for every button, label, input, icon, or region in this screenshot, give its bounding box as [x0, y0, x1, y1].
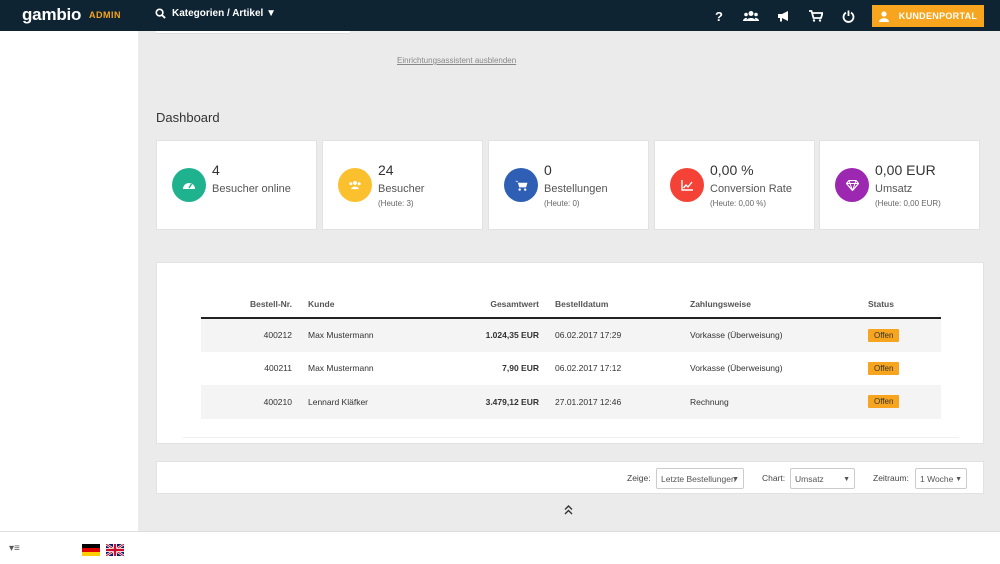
cart-icon[interactable]: [808, 8, 824, 24]
double-chevron-up-icon[interactable]: [564, 505, 573, 518]
stat-value: 4: [212, 162, 220, 178]
german-flag-icon[interactable]: [82, 543, 100, 556]
stat-card-visitors-online[interactable]: 4 Besucher online: [156, 140, 317, 230]
zeige-label: Zeige:: [627, 473, 651, 483]
power-icon[interactable]: [840, 8, 856, 24]
payment-method: Vorkasse (Überweisung): [682, 318, 860, 352]
table-row[interactable]: 400212 Max Mustermann 1.024,35 EUR 06.02…: [201, 318, 941, 352]
bottom-bar: ▾≡: [0, 531, 1000, 564]
chart-filter-bar: Zeige: Letzte Bestellungen ▼ Chart: Umsa…: [156, 461, 984, 494]
status-badge: Offen: [868, 395, 900, 409]
column-header-customer[interactable]: Kunde: [300, 290, 450, 319]
status-badge: Offen: [868, 361, 900, 375]
column-header-order-number[interactable]: Bestell-Nr.: [201, 290, 300, 319]
status-cell: Offen: [860, 385, 941, 419]
chart-icon: [670, 168, 704, 202]
help-icon[interactable]: ?: [711, 8, 727, 24]
page-title: Dashboard: [156, 110, 220, 125]
order-date: 27.01.2017 12:46: [547, 385, 682, 419]
payment-method: Rechnung: [682, 385, 860, 419]
hide-assistant-link[interactable]: Einrichtungsassistent ausblenden: [397, 56, 516, 65]
chevron-down-icon: ▼: [732, 476, 739, 483]
main-content: Einrichtungsassistent ausblenden Dashboa…: [138, 31, 1000, 531]
column-header-payment[interactable]: Zahlungsweise: [682, 290, 860, 319]
order-date: 06.02.2017 17:12: [555, 363, 622, 374]
order-total: 3.479,12 EUR: [450, 385, 547, 419]
setup-assistant-panel: [156, 31, 350, 34]
customer-name: Max Mustermann: [300, 318, 450, 352]
chevron-down-icon: ▼: [843, 476, 850, 483]
admin-label: ADMIN: [89, 10, 121, 20]
payment-method: Vorkasse (Überweisung): [690, 363, 783, 374]
kundenportal-label: KUNDENPORTAL: [898, 11, 978, 21]
status-badge: Offen: [868, 328, 900, 342]
stat-label: Bestellungen: [544, 183, 608, 195]
stat-value: 0,00 %: [710, 162, 754, 178]
zeitraum-value: 1 Woche: [920, 473, 954, 484]
customer-name: Lennard Kläfker: [300, 385, 450, 419]
order-total: 1.024,35 EUR: [450, 318, 547, 352]
order-date: 06.02.2017 17:29: [547, 318, 682, 352]
stat-card-revenue[interactable]: 0,00 EUR Umsatz (Heute: 0,00 EUR): [819, 140, 980, 230]
order-number: 400212: [201, 318, 300, 352]
zeitraum-label: Zeitraum:: [873, 473, 909, 483]
chart-label: Chart:: [762, 473, 786, 483]
chevron-down-icon: ▼: [955, 476, 962, 483]
stat-sub: (Heute: 0,00 %): [710, 199, 767, 208]
stat-label: Besucher online: [212, 183, 291, 195]
column-header-order-date[interactable]: Bestelldatum: [547, 290, 682, 319]
menu-toggle-icon[interactable]: ▾≡: [9, 543, 20, 554]
stat-sub: (Heute: 0,00 EUR): [875, 199, 941, 208]
order-number: 400211: [264, 363, 292, 374]
recent-orders-card: Bestell-Nr. Kunde Gesamtwert Bestelldatu…: [156, 262, 984, 444]
customer-name: Max Mustermann: [308, 363, 374, 374]
stat-label: Besucher: [378, 183, 425, 195]
stat-label: Umsatz: [875, 183, 913, 195]
diamond-icon: [835, 168, 869, 202]
orders-table: Bestell-Nr. Kunde Gesamtwert Bestelldatu…: [201, 290, 941, 419]
stat-sub: (Heute: 0): [544, 199, 580, 208]
uk-flag-icon[interactable]: [105, 543, 125, 557]
stat-card-visitors[interactable]: 24 Besucher (Heute: 3): [322, 140, 483, 230]
order-total: 7,90 EUR: [502, 363, 539, 374]
stat-value: 0: [544, 162, 552, 178]
gambio-logo[interactable]: gambio: [22, 5, 81, 25]
stat-sub: (Heute: 3): [378, 199, 414, 208]
kundenportal-button[interactable]: KUNDENPORTAL: [872, 5, 984, 27]
customers-icon[interactable]: [743, 8, 759, 24]
chart-select[interactable]: Umsatz ▼: [790, 468, 855, 489]
column-header-total[interactable]: Gesamtwert: [450, 290, 547, 319]
user-icon: [878, 10, 889, 22]
search-icon: [155, 8, 166, 19]
zeitraum-select[interactable]: 1 Woche ▼: [915, 468, 967, 489]
sidebar: [0, 31, 138, 531]
table-header-row: Bestell-Nr. Kunde Gesamtwert Bestelldatu…: [201, 290, 941, 319]
search-scope-label: Kategorien / Artikel ▼: [172, 8, 276, 19]
column-header-status[interactable]: Status: [860, 290, 941, 319]
stat-value: 24: [378, 162, 394, 178]
stat-value: 0,00 EUR: [875, 162, 936, 178]
top-navbar: gambio ADMIN Kategorien / Artikel ▼ ? KU…: [0, 0, 1000, 31]
order-number: 400210: [201, 385, 300, 419]
status-cell: Offen: [860, 352, 941, 386]
status-cell: Offen: [860, 318, 941, 352]
stat-card-conversion-rate[interactable]: 0,00 % Conversion Rate (Heute: 0,00 %): [654, 140, 815, 230]
zeige-value: Letzte Bestellungen: [661, 473, 736, 484]
users-icon: [338, 168, 372, 202]
chart-value: Umsatz: [795, 473, 824, 484]
divider: [183, 437, 959, 438]
stat-card-orders[interactable]: 0 Bestellungen (Heute: 0): [488, 140, 649, 230]
zeige-select[interactable]: Letzte Bestellungen ▼: [656, 468, 744, 489]
megaphone-icon[interactable]: [776, 8, 792, 24]
table-row[interactable]: 400211 Max Mustermann 7,90 EUR 06.02.201…: [201, 352, 941, 386]
stat-label: Conversion Rate: [710, 183, 792, 195]
table-row[interactable]: 400210 Lennard Kläfker 3.479,12 EUR 27.0…: [201, 385, 941, 419]
gauge-icon: [172, 168, 206, 202]
search-dropdown[interactable]: Kategorien / Artikel ▼: [155, 8, 276, 19]
cart-icon: [504, 168, 538, 202]
